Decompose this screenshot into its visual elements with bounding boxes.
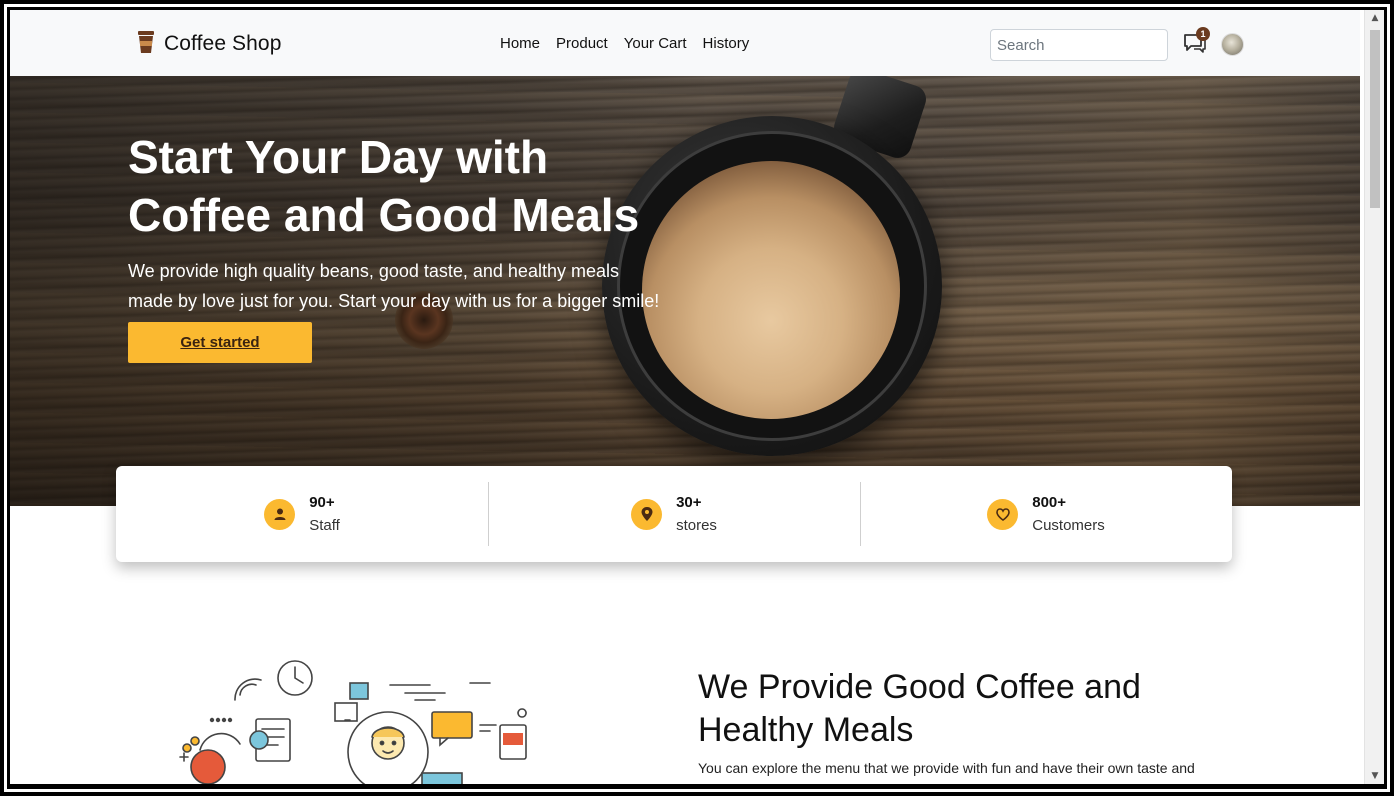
stat-value: 90+ <box>309 494 335 511</box>
avatar[interactable] <box>1221 33 1244 56</box>
hero-shade-right <box>940 76 1360 506</box>
hero-title-line-2: Coffee and Good Meals <box>128 189 640 241</box>
about-heading-line-2: Healthy Meals <box>698 711 914 749</box>
hero-title: Start Your Day with Coffee and Good Meal… <box>128 128 728 244</box>
nav-product[interactable]: Product <box>556 35 608 52</box>
stat-customers: 800+ Customers <box>860 466 1232 562</box>
chat-button[interactable]: 1 <box>1183 27 1210 54</box>
vertical-scrollbar[interactable]: ▲ ▼ <box>1364 10 1384 784</box>
heart-icon <box>987 498 1019 530</box>
brand-name: Coffee Shop <box>164 32 282 55</box>
stat-value: 30+ <box>676 494 702 511</box>
coffee-cup-icon <box>136 30 156 58</box>
navbar: Coffee Shop Home Product Your Cart Histo… <box>10 10 1360 76</box>
stat-label: Customers <box>1032 517 1105 534</box>
nav-history[interactable]: History <box>703 35 750 52</box>
stat-value: 800+ <box>1032 494 1067 511</box>
page: Coffee Shop Home Product Your Cart Histo… <box>10 10 1360 784</box>
stat-staff: 90+ Staff <box>116 466 488 562</box>
chat-icon <box>1183 34 1207 58</box>
scroll-thumb[interactable] <box>1370 30 1380 208</box>
stats-card: 90+ Staff 30+ stores 800+ Customers <box>116 466 1232 562</box>
stat-label: stores <box>676 517 717 534</box>
location-pin-icon <box>631 498 663 530</box>
browser-viewport: Coffee Shop Home Product Your Cart Histo… <box>10 10 1384 784</box>
search-input[interactable] <box>990 29 1168 61</box>
about-text: You can explore the menu that we provide… <box>698 760 1195 776</box>
about-heading: We Provide Good Coffee and Healthy Meals <box>698 666 1258 752</box>
get-started-button[interactable]: Get started <box>128 322 312 363</box>
hero-subtitle-line-1: We provide high quality beans, good tast… <box>128 261 619 281</box>
brand-logo[interactable]: Coffee Shop <box>136 30 281 58</box>
notification-badge: 1 <box>1196 27 1210 41</box>
hero-subtitle-line-2: made by love just for you. Start your da… <box>128 291 660 311</box>
scroll-down-arrow-icon[interactable]: ▼ <box>1365 768 1384 784</box>
stat-label: Staff <box>309 517 340 534</box>
nav-home[interactable]: Home <box>500 35 540 52</box>
hero-title-line-1: Start Your Day with <box>128 131 549 183</box>
nav-your-cart[interactable]: Your Cart <box>624 35 687 52</box>
user-icon <box>264 498 296 530</box>
hero-banner: Start Your Day with Coffee and Good Meal… <box>10 76 1360 506</box>
stat-stores: 30+ stores <box>488 466 860 562</box>
scroll-up-arrow-icon[interactable]: ▲ <box>1365 10 1384 26</box>
hero-subtitle: We provide high quality beans, good tast… <box>128 256 728 316</box>
nav-links: Home Product Your Cart History <box>500 35 749 52</box>
team-illustration <box>160 645 560 784</box>
about-heading-line-1: We Provide Good Coffee and <box>698 668 1141 706</box>
screen-frame: Coffee Shop Home Product Your Cart Histo… <box>0 0 1394 796</box>
